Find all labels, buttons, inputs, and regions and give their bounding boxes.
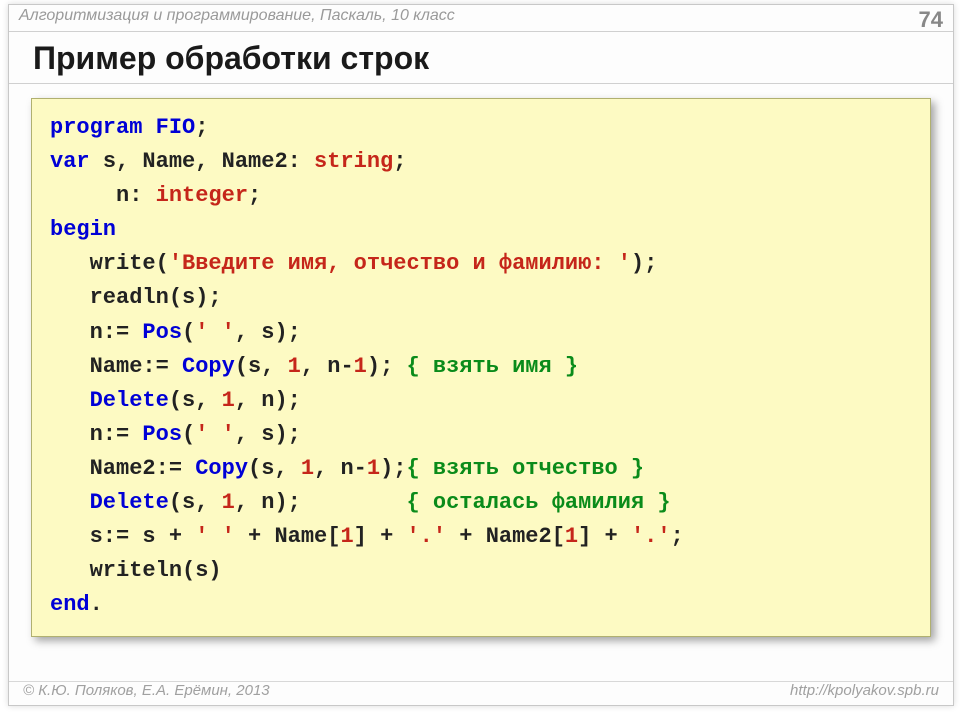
footer-link: http://kpolyakov.spb.ru — [790, 682, 939, 699]
header-bar: Алгоритмизация и программирование, Паска… — [9, 5, 953, 32]
slide-title: Пример обработки строк — [9, 32, 953, 84]
page-number: 74 — [919, 7, 943, 31]
footer-bar: © К.Ю. Поляков, Е.А. Ерёмин, 2013 http:/… — [9, 681, 953, 699]
breadcrumb: Алгоритмизация и программирование, Паска… — [19, 7, 455, 31]
copyright: © К.Ю. Поляков, Е.А. Ерёмин, 2013 — [23, 682, 270, 699]
slide: Алгоритмизация и программирование, Паска… — [8, 4, 954, 706]
code-block: program FIO; var s, Name, Name2: string;… — [31, 98, 931, 637]
